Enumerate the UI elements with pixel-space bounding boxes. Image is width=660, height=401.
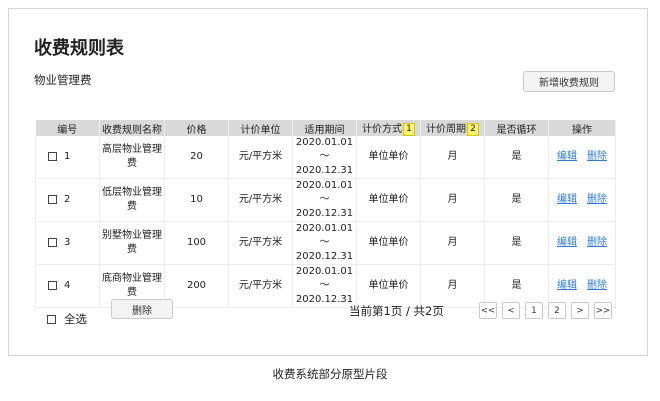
- next-page-button[interactable]: >: [571, 302, 589, 319]
- header-rule-name: 收费规则名称: [99, 120, 165, 136]
- edit-link[interactable]: 编辑: [557, 194, 577, 205]
- period-cell: 2020.01.01～2020.12.31: [292, 221, 357, 265]
- header-pricing-period-label: 计价周期: [426, 124, 466, 136]
- period-cell: 2020.01.01～2020.12.31: [292, 178, 357, 222]
- delete-link[interactable]: 删除: [587, 194, 607, 205]
- header-pricing-method: 计价方式 1: [356, 120, 421, 136]
- unit-cell: 元/平方米: [228, 221, 293, 265]
- recurring-cell: 是: [484, 221, 549, 265]
- unit-cell: 元/平方米: [228, 178, 293, 222]
- header-actions: 操作: [548, 120, 616, 136]
- row-select-cell: 3: [35, 221, 100, 265]
- last-page-button[interactable]: >>: [594, 302, 612, 319]
- first-page-button[interactable]: <<: [479, 302, 497, 319]
- section-title: 物业管理费: [34, 73, 92, 87]
- rule-name-cell: 低层物业管理费: [99, 178, 165, 222]
- row-select-cell: 2: [35, 178, 100, 222]
- row-number: 4: [64, 279, 71, 291]
- rules-table: 编号 收费规则名称 价格 计价单位 适用期间 计价方式 1 计价周期 2 是否循环 …: [35, 120, 616, 308]
- row-checkbox[interactable]: [48, 238, 57, 247]
- delete-link[interactable]: 删除: [587, 151, 607, 162]
- price-cell: 100: [164, 221, 229, 265]
- delete-link[interactable]: 删除: [587, 280, 607, 291]
- row-select-cell: 1: [35, 136, 100, 179]
- page-title: 收费规则表: [34, 38, 124, 59]
- method-cell: 单位单价: [356, 178, 421, 222]
- bulk-delete-button[interactable]: 删除: [111, 299, 173, 319]
- rule-name-cell: 别墅物业管理费: [99, 221, 165, 265]
- method-cell: 单位单价: [356, 264, 421, 308]
- pagination: << < 1 2 > >>: [479, 302, 612, 319]
- row-checkbox[interactable]: [48, 281, 57, 290]
- edit-link[interactable]: 编辑: [557, 237, 577, 248]
- recurring-cell: 是: [484, 178, 549, 222]
- edit-link[interactable]: 编辑: [557, 280, 577, 291]
- annotation-tag-1: 1: [403, 122, 415, 136]
- unit-cell: 元/平方米: [228, 136, 293, 179]
- page-info: 当前第1页 / 共2页: [349, 304, 444, 318]
- row-checkbox[interactable]: [48, 152, 57, 161]
- cycle-cell: 月: [420, 221, 485, 265]
- header-recurring: 是否循环: [484, 120, 549, 136]
- unit-cell: 元/平方米: [228, 264, 293, 308]
- header-unit: 计价单位: [228, 120, 293, 136]
- page-1-button[interactable]: 1: [525, 302, 543, 319]
- page-2-button[interactable]: 2: [548, 302, 566, 319]
- add-rule-button[interactable]: 新增收费规则: [523, 71, 615, 92]
- period-cell: 2020.01.01～2020.12.31: [292, 136, 357, 179]
- delete-link[interactable]: 删除: [587, 237, 607, 248]
- method-cell: 单位单价: [356, 221, 421, 265]
- select-all-label: 全选: [64, 312, 87, 326]
- row-select-cell: 4: [35, 264, 100, 308]
- row-number: 2: [64, 193, 71, 205]
- cycle-cell: 月: [420, 136, 485, 179]
- figure-caption: 收费系统部分原型片段: [272, 367, 388, 381]
- price-cell: 20: [164, 136, 229, 179]
- row-number: 1: [64, 150, 71, 162]
- select-all-checkbox[interactable]: [47, 314, 56, 324]
- cycle-cell: 月: [420, 178, 485, 222]
- edit-link[interactable]: 编辑: [557, 151, 577, 162]
- table-row: 2 低层物业管理费 10 元/平方米 2020.01.01～2020.12.31…: [35, 178, 616, 222]
- row-number: 3: [64, 236, 71, 248]
- header-period: 适用期间: [292, 120, 357, 136]
- actions-cell: 编辑 删除: [548, 178, 616, 222]
- prev-page-button[interactable]: <: [502, 302, 520, 319]
- header-number: 编号: [35, 120, 100, 136]
- period-cell: 2020.01.01～2020.12.31: [292, 264, 357, 308]
- table-row: 1 高层物业管理费 20 元/平方米 2020.01.01～2020.12.31…: [35, 136, 616, 179]
- select-all[interactable]: 全选: [47, 311, 87, 327]
- recurring-cell: 是: [484, 136, 549, 179]
- header-pricing-method-label: 计价方式: [362, 124, 402, 136]
- header-price: 价格: [164, 120, 229, 136]
- table-row: 3 别墅物业管理费 100 元/平方米 2020.01.01～2020.12.3…: [35, 221, 616, 265]
- actions-cell: 编辑 删除: [548, 221, 616, 265]
- annotation-tag-2: 2: [467, 122, 479, 136]
- rule-name-cell: 高层物业管理费: [99, 136, 165, 179]
- cycle-cell: 月: [420, 264, 485, 308]
- price-cell: 200: [164, 264, 229, 308]
- price-cell: 10: [164, 178, 229, 222]
- table-header-row: 编号 收费规则名称 价格 计价单位 适用期间 计价方式 1 计价周期 2 是否循环 …: [35, 120, 616, 136]
- header-pricing-period: 计价周期 2: [420, 120, 485, 136]
- actions-cell: 编辑 删除: [548, 136, 616, 179]
- method-cell: 单位单价: [356, 136, 421, 179]
- row-checkbox[interactable]: [48, 195, 57, 204]
